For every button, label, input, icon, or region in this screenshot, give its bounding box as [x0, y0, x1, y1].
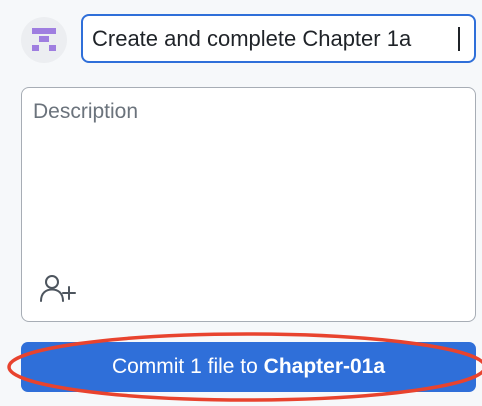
description-placeholder: Description — [33, 100, 139, 123]
text-cursor — [458, 27, 460, 51]
add-person-icon — [40, 275, 76, 302]
commit-description-field[interactable]: Description — [21, 87, 476, 322]
commit-button-prefix: Commit 1 file to — [111, 355, 264, 378]
commit-summary-input[interactable] — [81, 14, 476, 63]
identicon-icon — [32, 28, 56, 51]
commit-button[interactable]: Commit 1 file to Chapter-01a — [21, 342, 476, 392]
add-coauthor-button[interactable] — [39, 271, 79, 305]
commit-button-branch: Chapter-01a — [263, 355, 386, 378]
avatar — [21, 17, 67, 63]
commit-panel: Description Commit 1 file to Chapter-01a — [0, 0, 482, 406]
